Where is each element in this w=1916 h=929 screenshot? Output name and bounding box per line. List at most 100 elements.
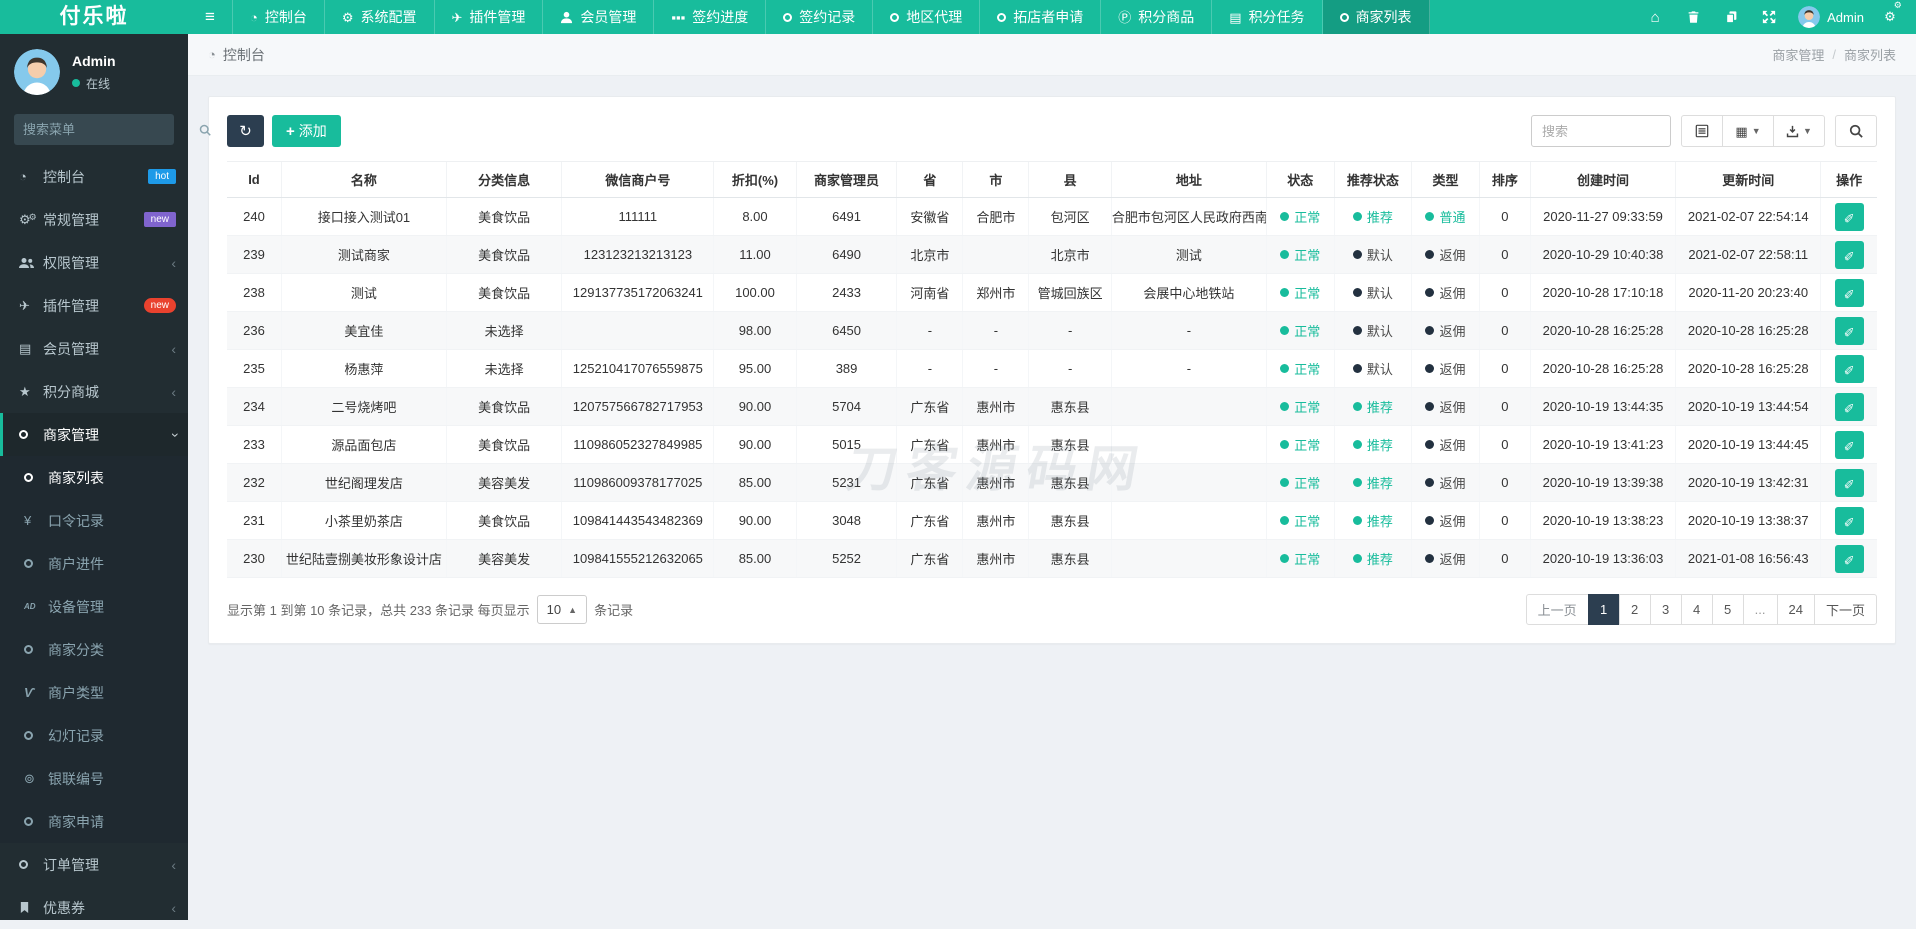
sidebar-item-plugin-manage[interactable]: ✈ 插件管理 new bbox=[0, 284, 188, 327]
columns-dropdown-button[interactable]: ▦ ▼ bbox=[1722, 115, 1774, 147]
type-toggle[interactable]: 返佣 bbox=[1425, 511, 1465, 530]
page-button-24[interactable]: 24 bbox=[1776, 594, 1815, 625]
topnav-item-sign-progress[interactable]: ▪▪▪ 签约进度 bbox=[654, 0, 767, 34]
edit-button[interactable]: ✎ bbox=[1834, 202, 1864, 231]
sidebar-item-password-record[interactable]: ¥ 口令记录 bbox=[0, 499, 188, 542]
recommend-status-toggle[interactable]: 推荐 bbox=[1352, 511, 1393, 530]
recommend-status-toggle[interactable]: 默认 bbox=[1352, 283, 1393, 302]
sidebar-item-merchant-apply[interactable]: 商家申请 bbox=[0, 800, 188, 843]
edit-button[interactable]: ✎ bbox=[1834, 316, 1864, 345]
sidebar-item-slide-record[interactable]: 幻灯记录 bbox=[0, 714, 188, 757]
sidebar-item-merchant-category[interactable]: 商家分类 bbox=[0, 628, 188, 671]
edit-button[interactable]: ✎ bbox=[1834, 278, 1864, 307]
recommend-status-toggle[interactable]: 推荐 bbox=[1352, 435, 1393, 454]
recommend-status-toggle[interactable]: 推荐 bbox=[1352, 473, 1393, 492]
type-toggle[interactable]: 返佣 bbox=[1425, 549, 1465, 568]
recommend-status-toggle[interactable]: 推荐 bbox=[1352, 397, 1393, 416]
page-button-2[interactable]: 2 bbox=[1618, 594, 1651, 625]
status-toggle[interactable]: 正常 bbox=[1280, 207, 1320, 226]
column-header[interactable]: 更新时间 bbox=[1675, 161, 1821, 198]
recommend-status-toggle[interactable]: 默认 bbox=[1352, 245, 1393, 264]
edit-button[interactable]: ✎ bbox=[1834, 430, 1864, 459]
column-header[interactable]: 省 bbox=[896, 161, 963, 198]
topnav-item-shop-applicant[interactable]: 拓店者申请 bbox=[980, 0, 1102, 34]
page-size-select[interactable]: 10 ▲ bbox=[536, 595, 588, 624]
recommend-status-toggle[interactable]: 默认 bbox=[1352, 359, 1393, 378]
page-button-4[interactable]: 4 bbox=[1680, 594, 1713, 625]
export-dropdown-button[interactable]: ▼ bbox=[1773, 115, 1825, 147]
type-toggle[interactable]: 返佣 bbox=[1425, 397, 1465, 416]
sidebar-item-points-mall[interactable]: ★ 积分商城 ‹ bbox=[0, 370, 188, 413]
column-header[interactable]: 市 bbox=[962, 161, 1029, 198]
status-toggle[interactable]: 正常 bbox=[1280, 511, 1320, 530]
topnav-item-plugin-manage[interactable]: ✈ 插件管理 bbox=[435, 0, 544, 34]
sidebar-item-device-manage[interactable]: AD 设备管理 bbox=[0, 585, 188, 628]
sidebar-item-merchant-manage[interactable]: 商家管理 ‹ bbox=[0, 413, 188, 456]
column-header[interactable]: 排序 bbox=[1478, 161, 1531, 198]
topnav-item-sign-record[interactable]: 签约记录 bbox=[766, 0, 874, 34]
refresh-button[interactable]: ↻ bbox=[227, 115, 264, 147]
sidebar-item-auth-manage[interactable]: 权限管理 ‹ bbox=[0, 241, 188, 284]
column-header[interactable]: 折扣(%) bbox=[713, 161, 797, 198]
edit-button[interactable]: ✎ bbox=[1834, 392, 1864, 421]
column-header[interactable]: 名称 bbox=[280, 161, 447, 198]
type-toggle[interactable]: 普通 bbox=[1425, 207, 1465, 226]
sidebar-item-unionpay-number[interactable]: ⊚ 银联编号 bbox=[0, 757, 188, 800]
topnav-item-member-manage[interactable]: 会员管理 bbox=[543, 0, 655, 34]
sidebar-item-order-manage[interactable]: 订单管理 ‹ bbox=[0, 843, 188, 886]
column-header[interactable]: 状态 bbox=[1265, 161, 1335, 198]
page-button-下一页[interactable]: 下一页 bbox=[1813, 594, 1877, 625]
recommend-status-toggle[interactable]: 推荐 bbox=[1352, 207, 1393, 226]
edit-button[interactable]: ✎ bbox=[1834, 240, 1864, 269]
sidebar-item-general-manage[interactable]: ⚙ ⚙ 常规管理 new bbox=[0, 198, 188, 241]
sidebar-item-member-manage[interactable]: ▤ 会员管理 ‹ bbox=[0, 327, 188, 370]
column-header[interactable]: 分类信息 bbox=[445, 161, 562, 198]
topnav-item-system-config[interactable]: ⚙ 系统配置 bbox=[325, 0, 435, 34]
advanced-search-button[interactable] bbox=[1835, 115, 1877, 147]
topnav-item-dashboard[interactable]: ◔ 控制台 bbox=[232, 0, 325, 34]
column-header[interactable]: 类型 bbox=[1411, 161, 1480, 198]
column-header[interactable]: 微信商户号 bbox=[561, 161, 714, 198]
fullscreen-button[interactable] bbox=[1750, 0, 1788, 34]
sidebar-item-merchant-list[interactable]: 商家列表 bbox=[0, 456, 188, 499]
settings-gears-icon[interactable]: ⚙ ⚙ bbox=[1874, 0, 1912, 34]
home-button[interactable]: ⌂ bbox=[1636, 0, 1674, 34]
type-toggle[interactable]: 返佣 bbox=[1425, 473, 1465, 492]
status-toggle[interactable]: 正常 bbox=[1280, 397, 1320, 416]
edit-button[interactable]: ✎ bbox=[1834, 354, 1864, 383]
sidebar-search-input[interactable] bbox=[23, 122, 199, 137]
recommend-status-toggle[interactable]: 默认 bbox=[1352, 321, 1393, 340]
status-toggle[interactable]: 正常 bbox=[1280, 321, 1320, 340]
type-toggle[interactable]: 返佣 bbox=[1425, 435, 1465, 454]
sidebar-item-merchant-incoming[interactable]: 商户进件 bbox=[0, 542, 188, 585]
status-toggle[interactable]: 正常 bbox=[1280, 435, 1320, 454]
column-header[interactable]: 县 bbox=[1028, 161, 1112, 198]
type-toggle[interactable]: 返佣 bbox=[1425, 283, 1465, 302]
type-toggle[interactable]: 返佣 bbox=[1425, 321, 1465, 340]
sidebar-item-dashboard[interactable]: ◔ 控制台 hot bbox=[0, 155, 188, 198]
sidebar-item-merchant-type[interactable]: Ѵ 商户类型 bbox=[0, 671, 188, 714]
type-toggle[interactable]: 返佣 bbox=[1425, 245, 1465, 264]
status-toggle[interactable]: 正常 bbox=[1280, 549, 1320, 568]
column-header[interactable]: 商家管理员 bbox=[795, 161, 897, 198]
column-header[interactable]: 推荐状态 bbox=[1333, 161, 1412, 198]
column-header[interactable]: 创建时间 bbox=[1529, 161, 1676, 198]
status-toggle[interactable]: 正常 bbox=[1280, 359, 1320, 378]
status-toggle[interactable]: 正常 bbox=[1280, 245, 1320, 264]
edit-button[interactable]: ✎ bbox=[1834, 544, 1864, 573]
status-toggle[interactable]: 正常 bbox=[1280, 473, 1320, 492]
copy-button[interactable] bbox=[1712, 0, 1750, 34]
column-header[interactable]: 操作 bbox=[1820, 161, 1877, 198]
page-button-上一页[interactable]: 上一页 bbox=[1525, 594, 1589, 625]
sidebar-toggle-button[interactable]: ≡ bbox=[188, 0, 232, 34]
table-search-input[interactable] bbox=[1531, 115, 1671, 147]
topnav-item-area-agent[interactable]: 地区代理 bbox=[873, 0, 981, 34]
edit-button[interactable]: ✎ bbox=[1834, 506, 1864, 535]
topnav-item-merchant-list[interactable]: 商家列表 bbox=[1322, 0, 1430, 34]
page-button-3[interactable]: 3 bbox=[1649, 594, 1682, 625]
status-toggle[interactable]: 正常 bbox=[1280, 283, 1320, 302]
column-header[interactable]: Id bbox=[227, 161, 282, 198]
recommend-status-toggle[interactable]: 推荐 bbox=[1352, 549, 1393, 568]
type-toggle[interactable]: 返佣 bbox=[1425, 359, 1465, 378]
add-button[interactable]: + 添加 bbox=[272, 115, 341, 147]
